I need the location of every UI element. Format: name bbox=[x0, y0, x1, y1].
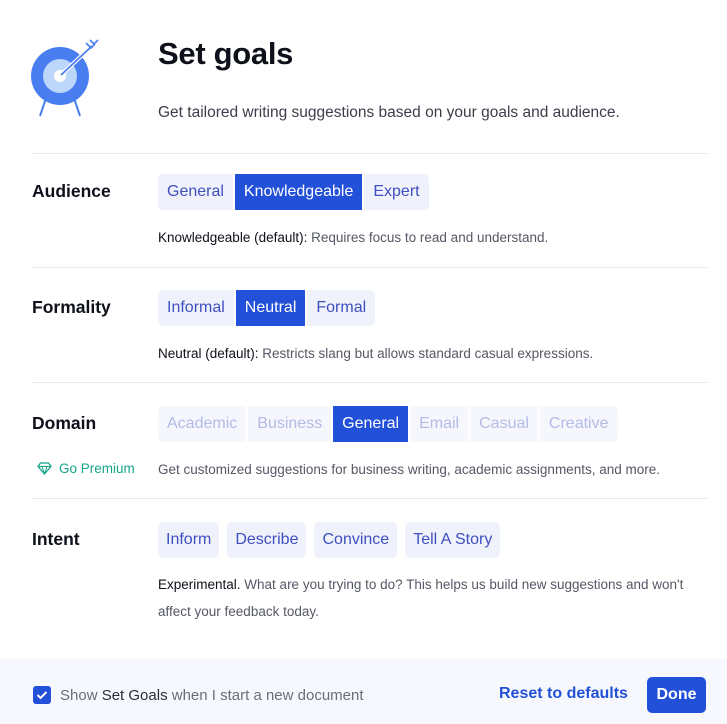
checkmark-icon bbox=[36, 691, 48, 700]
audience-description: Knowledgeable (default): Requires focus … bbox=[158, 224, 698, 251]
checkbox-label: Show Set Goals when I start a new docume… bbox=[60, 687, 364, 704]
intent-option-describe[interactable]: Describe bbox=[227, 522, 307, 558]
domain-selector: Academic Business General Email Casual C… bbox=[158, 406, 618, 442]
intent-option-inform[interactable]: Inform bbox=[158, 522, 220, 558]
page-subtitle: Get tailored writing suggestions based o… bbox=[158, 104, 620, 121]
go-premium-link[interactable]: Go Premium bbox=[37, 461, 135, 476]
audience-desc-strong: Knowledgeable (default): bbox=[158, 230, 308, 245]
checkbox-label-post: when I start a new document bbox=[167, 686, 364, 704]
domain-description: Get customized suggestions for business … bbox=[158, 462, 660, 477]
audience-desc-text: Requires focus to read and understand. bbox=[307, 230, 549, 245]
audience-label: Audience bbox=[32, 181, 111, 201]
domain-option-casual: Casual bbox=[468, 406, 538, 442]
formality-label: Formality bbox=[32, 297, 111, 317]
done-button[interactable]: Done bbox=[647, 677, 706, 713]
formality-desc-text: Restricts slang but allows standard casu… bbox=[258, 346, 594, 361]
divider bbox=[32, 382, 707, 383]
reset-to-defaults-button[interactable]: Reset to defaults bbox=[499, 685, 628, 703]
formality-selector: Informal Neutral Formal bbox=[158, 290, 376, 326]
formality-option-formal[interactable]: Formal bbox=[305, 290, 376, 326]
intent-desc-strong: Experimental. bbox=[158, 577, 241, 592]
checkbox-label-em: Set Goals bbox=[101, 686, 168, 704]
show-on-start-checkbox-row[interactable]: Show Set Goals when I start a new docume… bbox=[33, 686, 364, 704]
go-premium-label[interactable]: Go Premium bbox=[59, 461, 135, 476]
checkbox-label-pre: Show bbox=[60, 686, 102, 704]
audience-option-general[interactable]: General bbox=[158, 174, 233, 210]
domain-option-academic: Academic bbox=[158, 406, 247, 442]
domain-option-email: Email bbox=[408, 406, 469, 442]
header: Set goals Get tailored writing suggestio… bbox=[0, 0, 727, 154]
divider bbox=[32, 498, 707, 499]
intent-option-convince[interactable]: Convince bbox=[314, 522, 398, 558]
formality-description: Neutral (default): Restricts slang but a… bbox=[158, 340, 698, 367]
intent-option-tell-a-story[interactable]: Tell A Story bbox=[405, 522, 501, 558]
formality-option-neutral[interactable]: Neutral bbox=[233, 290, 306, 326]
domain-option-business: Business bbox=[246, 406, 332, 442]
intent-description: Experimental. What are you trying to do?… bbox=[158, 571, 688, 625]
footer: Show Set Goals when I start a new docume… bbox=[0, 659, 727, 724]
target-arrow-icon bbox=[31, 39, 99, 117]
domain-option-creative: Creative bbox=[537, 406, 618, 442]
formality-desc-strong: Neutral (default): bbox=[158, 346, 259, 361]
divider bbox=[32, 153, 707, 154]
domain-label: Domain bbox=[32, 413, 97, 433]
domain-option-general[interactable]: General bbox=[331, 406, 409, 442]
audience-option-knowledgeable[interactable]: Knowledgeable bbox=[232, 174, 363, 210]
page-title: Set goals bbox=[158, 36, 294, 71]
intent-options: Inform Describe Convince Tell A Story bbox=[158, 522, 501, 558]
diamond-icon bbox=[37, 462, 52, 475]
audience-selector: General Knowledgeable Expert bbox=[158, 174, 429, 210]
audience-option-expert[interactable]: Expert bbox=[362, 174, 429, 210]
show-on-start-checkbox[interactable] bbox=[33, 686, 51, 704]
divider bbox=[32, 267, 707, 268]
intent-label: Intent bbox=[32, 529, 80, 549]
formality-option-informal[interactable]: Informal bbox=[158, 290, 234, 326]
